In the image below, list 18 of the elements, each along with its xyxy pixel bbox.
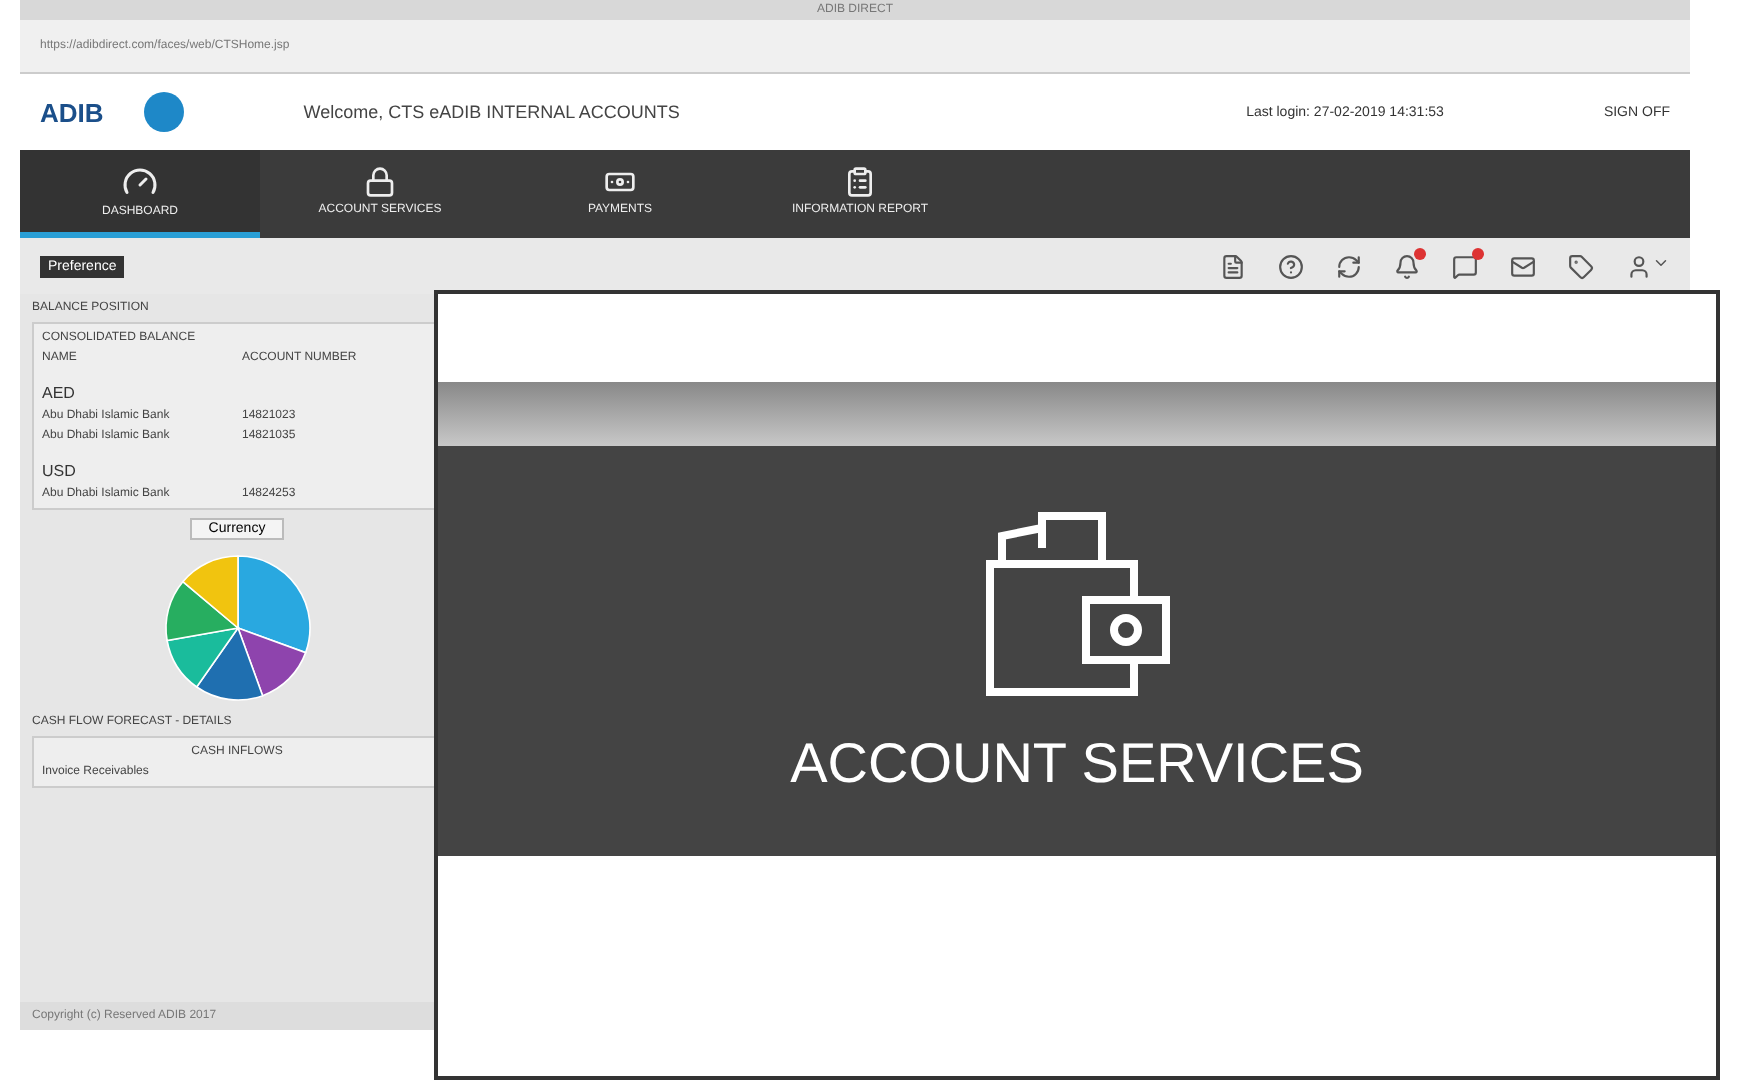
logo-icon: [143, 92, 184, 132]
message-icon[interactable]: [1452, 253, 1478, 279]
callout-label: ACCOUNT SERVICES: [790, 731, 1364, 795]
report-icon: [844, 166, 876, 198]
mail-icon[interactable]: [1510, 253, 1536, 279]
tag-icon[interactable]: [1568, 253, 1594, 279]
welcome-text: Welcome, CTS eADIB INTERNAL ACCOUNTS: [303, 102, 682, 122]
bell-icon[interactable]: [1394, 253, 1420, 279]
user-icon[interactable]: [1626, 253, 1670, 279]
refresh-icon[interactable]: [1336, 253, 1362, 279]
lock-icon: [364, 166, 396, 198]
help-icon[interactable]: [1278, 253, 1304, 279]
currency-group: USD: [42, 462, 432, 480]
wallet-icon: [981, 507, 1173, 699]
currency-group: AED: [42, 384, 432, 402]
bank-logo: ADIB: [40, 97, 104, 127]
document-icon[interactable]: [1220, 253, 1246, 279]
gauge-icon: [122, 164, 158, 200]
